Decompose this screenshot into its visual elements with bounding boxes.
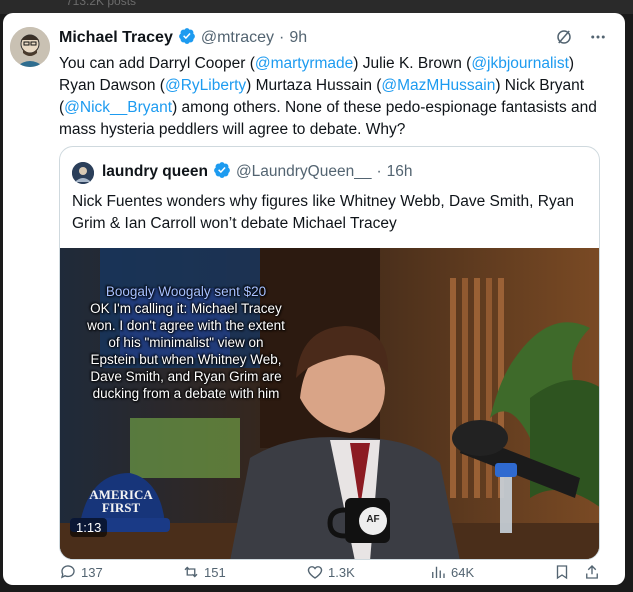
reply-count: 137	[81, 564, 103, 580]
heart-icon	[307, 566, 323, 579]
reply-button[interactable]: 137	[59, 563, 103, 581]
share-button[interactable]	[583, 563, 601, 581]
post-time[interactable]: 9h	[289, 29, 307, 47]
mention-link[interactable]: @MazMHussain	[381, 77, 495, 94]
top-strip: 713.2K posts	[0, 0, 633, 14]
quoted-tweet[interactable]: laundry queen @LaundryQueen__ · 16h Nick…	[59, 146, 600, 560]
overlay-line: Epstein but when Whitney Web,	[90, 352, 282, 367]
mention-link[interactable]: @Nick__Bryant	[64, 99, 172, 116]
reply-icon	[60, 565, 75, 579]
author-name[interactable]: Michael Tracey	[59, 29, 173, 47]
quote-time[interactable]: 16h	[387, 163, 413, 181]
quote-header: laundry queen @LaundryQueen__ · 16h	[102, 160, 413, 184]
quote-verified-badge-icon	[213, 161, 231, 184]
quote-handle[interactable]: @LaundryQueen__	[236, 163, 372, 181]
mention-link[interactable]: @jkbjournalist	[471, 55, 569, 72]
overlay-line: of his "minimalist" view on	[108, 335, 264, 350]
repost-count: 151	[204, 564, 226, 580]
view-count: 64K	[451, 564, 475, 580]
overlay-lines: OK I'm calling it: Michael Tracey won. I …	[66, 300, 306, 402]
video-duration: 1:13	[70, 518, 108, 537]
mention-link[interactable]: @RyLiberty	[165, 77, 246, 94]
like-button[interactable]: 1.3K	[306, 563, 355, 581]
tweet-text-segment: ) Julie K. Brown (	[353, 55, 472, 72]
overlay-line: Dave Smith, and Ryan Grim are	[90, 369, 282, 384]
header-fragment: 713.2K posts	[66, 0, 137, 8]
views-chart-icon	[432, 566, 445, 578]
tweet-header: Michael Tracey @mtracey · 9h	[59, 27, 307, 49]
repost-button[interactable]: 151	[182, 563, 226, 581]
video-overlay-text: Boogaly Woogaly sent $20 OK I'm calling …	[66, 283, 306, 402]
tweet-text: You can add Darryl Cooper (@martyrmade) …	[59, 53, 609, 141]
mention-link[interactable]: @martyrmade	[255, 55, 353, 72]
quote-avatar[interactable]	[72, 162, 94, 184]
overlay-line: ducking from a debate with him	[92, 386, 280, 401]
tweet-text-segment: You can add Darryl Cooper (	[59, 55, 255, 72]
repost-icon	[184, 566, 198, 578]
action-bar: 137 151 1.3K 64K	[59, 563, 611, 585]
like-count: 1.3K	[328, 564, 355, 580]
overlay-line: won. I don't agree with the extent	[87, 318, 285, 333]
views-button[interactable]: 64K	[429, 563, 474, 581]
quote-author-name[interactable]: laundry queen	[102, 163, 208, 181]
top-right-controls	[555, 28, 607, 51]
hat-text-line-2: FIRST	[101, 500, 141, 515]
more-options-icon[interactable]	[589, 28, 607, 51]
separator-dot: ·	[278, 29, 285, 46]
overlay-line: OK I'm calling it: Michael Tracey	[90, 301, 282, 316]
mug-logo: AF	[366, 514, 380, 525]
bookmark-button[interactable]	[553, 563, 571, 581]
hat-lettering: AMERICA FIRST	[86, 488, 156, 514]
quote-text: Nick Fuentes wonders why figures like Wh…	[72, 193, 574, 232]
avatar[interactable]	[10, 27, 50, 67]
grok-icon[interactable]	[555, 28, 573, 51]
video-player[interactable]: Boogaly Woogaly sent $20 OK I'm calling …	[60, 248, 599, 559]
verified-badge-icon	[178, 27, 196, 50]
share-icon	[586, 565, 598, 579]
quote-separator-dot: ·	[376, 163, 382, 180]
tweet-text-segment: ) Murtaza Hussain (	[246, 77, 382, 94]
author-handle[interactable]: @mtracey	[201, 29, 274, 47]
bookmark-icon	[556, 565, 568, 580]
donation-line: Boogaly Woogaly sent $20	[105, 284, 267, 299]
tweet-card[interactable]: Michael Tracey @mtracey · 9h You can add…	[3, 13, 625, 585]
